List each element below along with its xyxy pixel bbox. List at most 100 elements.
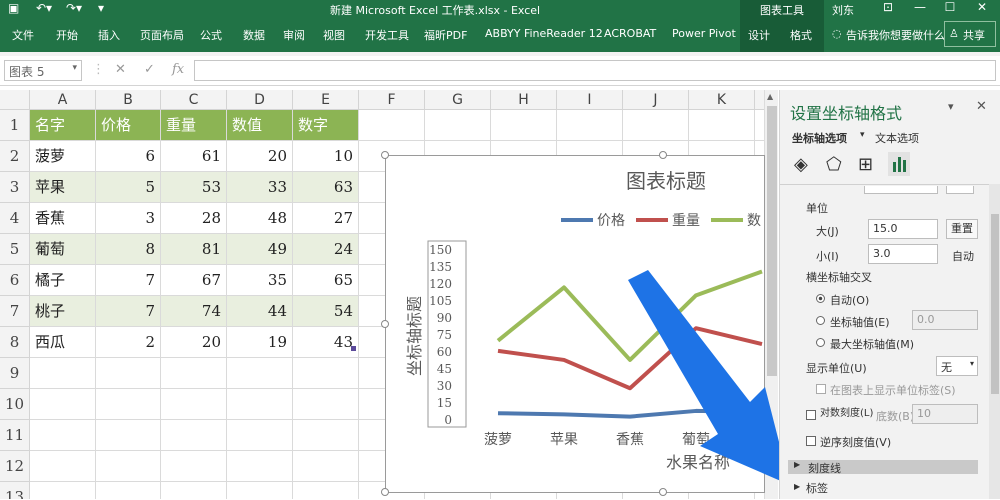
empty-cell[interactable] (96, 358, 161, 389)
data-cell[interactable]: 6 (96, 141, 161, 172)
header-cell[interactable]: 重量 (161, 110, 227, 141)
resize-handle-middle-left[interactable] (381, 320, 389, 328)
tab-text-options[interactable]: 文本选项 (875, 130, 919, 146)
pane-close-icon[interactable]: ✕ (976, 99, 987, 114)
customize-qat-icon[interactable]: ▾ (98, 1, 104, 15)
data-cell[interactable]: 8 (96, 234, 161, 265)
pane-scroll-thumb[interactable] (991, 214, 999, 394)
empty-cell[interactable] (161, 389, 227, 420)
row-header[interactable]: 2 (0, 141, 30, 172)
tab-design[interactable]: 设计 (748, 27, 770, 43)
major-unit-input[interactable]: 15.0 (868, 219, 938, 239)
data-cell[interactable]: 香蕉 (30, 203, 96, 234)
axis-value-input[interactable]: 0.0 (912, 310, 978, 330)
tab-developer[interactable]: 开发工具 (365, 27, 409, 43)
data-cell[interactable]: 27 (293, 203, 359, 234)
empty-cell[interactable] (227, 358, 293, 389)
data-cell[interactable]: 3 (96, 203, 161, 234)
empty-cell[interactable] (96, 451, 161, 482)
column-header[interactable]: G (425, 90, 491, 110)
radio-auto[interactable] (816, 294, 825, 303)
row-header[interactable]: 7 (0, 296, 30, 327)
data-cell[interactable]: 48 (227, 203, 293, 234)
data-cell[interactable]: 20 (161, 327, 227, 358)
tab-data[interactable]: 数据 (243, 27, 265, 43)
range-selection-handle[interactable] (351, 346, 356, 351)
minor-auto-label[interactable]: 自动 (952, 248, 974, 264)
data-cell[interactable]: 橘子 (30, 265, 96, 296)
column-header[interactable]: J (623, 90, 689, 110)
row-header[interactable]: 11 (0, 420, 30, 451)
formula-input[interactable] (194, 60, 996, 81)
maximize-icon[interactable]: ☐ (934, 0, 966, 18)
bounds-reset-button[interactable] (946, 186, 974, 194)
select-all-corner[interactable] (0, 90, 30, 110)
tab-file[interactable]: 文件 (12, 27, 34, 43)
radio-auto-label[interactable]: 自动(O) (830, 292, 869, 308)
close-icon[interactable]: ✕ (966, 0, 998, 18)
cancel-icon[interactable]: ✕ (115, 62, 126, 77)
data-cell[interactable]: 19 (227, 327, 293, 358)
ribbon-options-icon[interactable]: ⊡ (872, 0, 904, 18)
data-cell[interactable]: 81 (161, 234, 227, 265)
empty-cell[interactable] (227, 482, 293, 499)
tab-view[interactable]: 视图 (323, 27, 345, 43)
axis-options-tab-icon[interactable] (888, 152, 910, 176)
column-header[interactable]: E (293, 90, 359, 110)
row-header[interactable]: 10 (0, 389, 30, 420)
empty-cell[interactable] (293, 420, 359, 451)
resize-handle-top-left[interactable] (381, 151, 389, 159)
undo-icon[interactable]: ↶▾ (36, 1, 52, 15)
radio-axis-value-label[interactable]: 坐标轴值(E) (830, 314, 890, 330)
empty-cell[interactable] (425, 110, 491, 141)
share-button[interactable]: ♙ 共享 (944, 21, 996, 47)
chevron-down-icon[interactable]: ▾ (860, 130, 865, 140)
empty-cell[interactable] (293, 482, 359, 499)
column-header[interactable]: C (161, 90, 227, 110)
tell-me-box[interactable]: 告诉我你想要做什么 (846, 27, 945, 43)
radio-max-axis-value-label[interactable]: 最大坐标轴值(M) (830, 336, 914, 352)
row-header[interactable]: 8 (0, 327, 30, 358)
column-header[interactable]: K (689, 90, 755, 110)
data-cell[interactable]: 7 (96, 265, 161, 296)
data-cell[interactable]: 53 (161, 172, 227, 203)
major-reset-button[interactable]: 重置 (946, 219, 978, 239)
data-cell[interactable]: 74 (161, 296, 227, 327)
data-cell[interactable]: 24 (293, 234, 359, 265)
tab-foxit-pdf[interactable]: 福昕PDF (424, 27, 467, 43)
data-cell[interactable]: 65 (293, 265, 359, 296)
column-header[interactable]: H (491, 90, 557, 110)
data-cell[interactable]: 63 (293, 172, 359, 203)
row-header[interactable]: 13 (0, 482, 30, 499)
empty-cell[interactable] (161, 420, 227, 451)
log-scale-checkbox[interactable] (806, 410, 816, 420)
tab-format[interactable]: 格式 (790, 27, 812, 43)
empty-cell[interactable] (557, 110, 623, 141)
empty-cell[interactable] (161, 482, 227, 499)
show-units-checkbox[interactable] (816, 384, 826, 394)
header-cell[interactable]: 价格 (96, 110, 161, 141)
header-cell[interactable]: 名字 (30, 110, 96, 141)
lightbulb-icon[interactable]: ◌ (832, 27, 842, 40)
data-cell[interactable]: 49 (227, 234, 293, 265)
empty-cell[interactable] (96, 420, 161, 451)
name-box[interactable]: 图表 5 ▾ (4, 60, 82, 81)
data-cell[interactable]: 5 (96, 172, 161, 203)
empty-cell[interactable] (293, 389, 359, 420)
chevron-down-icon[interactable]: ▾ (72, 63, 77, 73)
row-header[interactable]: 3 (0, 172, 30, 203)
data-cell[interactable]: 44 (227, 296, 293, 327)
data-cell[interactable]: 葡萄 (30, 234, 96, 265)
data-cell[interactable]: 7 (96, 296, 161, 327)
data-cell[interactable]: 43 (293, 327, 359, 358)
column-header[interactable]: I (557, 90, 623, 110)
expand-icon[interactable]: ▶ (794, 482, 800, 491)
header-cell[interactable]: 数值 (227, 110, 293, 141)
empty-cell[interactable] (30, 451, 96, 482)
empty-cell[interactable] (96, 482, 161, 499)
column-header[interactable]: F (359, 90, 425, 110)
data-cell[interactable]: 2 (96, 327, 161, 358)
row-header[interactable]: 1 (0, 110, 30, 141)
save-icon[interactable]: ▣ (8, 1, 19, 15)
empty-cell[interactable] (491, 110, 557, 141)
